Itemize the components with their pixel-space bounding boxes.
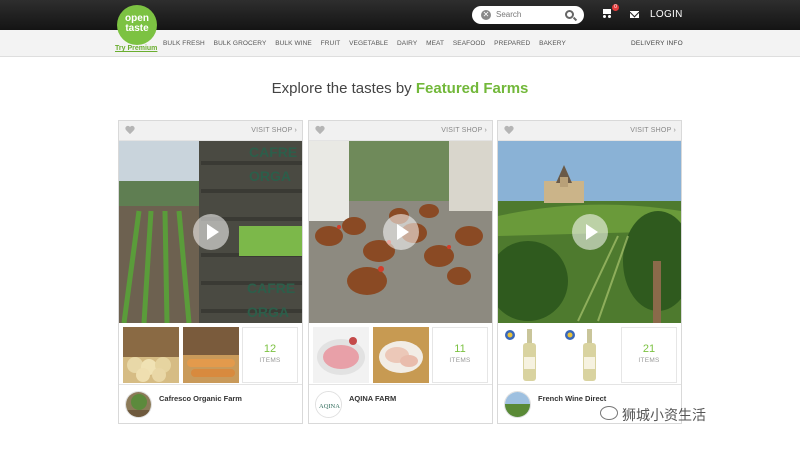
category-vegetable[interactable]: VEGETABLE: [349, 40, 388, 47]
search-box[interactable]: ✕ Search: [472, 6, 584, 24]
items-count-box[interactable]: 12 ITEMS: [242, 327, 298, 383]
visit-shop-link[interactable]: VISIT SHOP ›: [630, 127, 676, 134]
search-input[interactable]: Search: [496, 10, 521, 19]
product-thumb-white-wine-2[interactable]: [562, 327, 618, 383]
clear-search-icon[interactable]: ✕: [481, 10, 491, 20]
farm-video-thumbnail[interactable]: [498, 141, 681, 323]
title-highlight: Featured Farms: [415, 80, 529, 97]
onions-image: [123, 327, 179, 383]
category-dairy[interactable]: DAIRY: [397, 40, 417, 47]
wine-bottle-image: [502, 327, 558, 383]
category-bakery[interactable]: BAKERY: [539, 40, 566, 47]
title-prefix: Explore the tastes by: [271, 80, 416, 97]
crate-text-3: CAFRE: [247, 280, 295, 296]
farm-card-french-wine[interactable]: VISIT SHOP › 21 ITEMS French Wine Direct: [497, 120, 682, 424]
play-icon[interactable]: [572, 214, 608, 250]
farm-avatar: [504, 391, 531, 418]
cart-icon[interactable]: [602, 9, 612, 18]
category-bulk-wine[interactable]: BULK WINE: [275, 40, 312, 47]
farm-card-cafresco[interactable]: VISIT SHOP › CAFRE ORGA CAFRE ORGA 12 IT…: [118, 120, 303, 424]
farm-video-thumbnail[interactable]: [309, 141, 492, 323]
watermark-text: 狮城小资生活: [622, 407, 706, 423]
play-icon[interactable]: [383, 214, 419, 250]
product-thumbnails: 21 ITEMS: [498, 323, 681, 385]
wine-bottle-image: [562, 327, 618, 383]
farm-name[interactable]: Cafresco Organic Farm: [159, 394, 242, 403]
product-thumb-onions[interactable]: [123, 327, 179, 383]
wechat-icon: [600, 406, 618, 420]
farm-info[interactable]: Cafresco Organic Farm: [119, 385, 302, 423]
items-label: ITEMS: [638, 357, 660, 364]
chicken-cuts-image: [373, 327, 429, 383]
product-thumb-sweet-potato[interactable]: [183, 327, 239, 383]
favorite-heart-icon[interactable]: [125, 126, 135, 135]
farm-info[interactable]: AQINA AQINA FARM: [309, 385, 492, 423]
items-count-box[interactable]: 21 ITEMS: [621, 327, 677, 383]
visit-shop-link[interactable]: VISIT SHOP ›: [251, 127, 297, 134]
mail-icon[interactable]: [630, 11, 639, 18]
minced-chicken-image: [313, 327, 369, 383]
farm-avatar: AQINA: [315, 391, 342, 418]
page-title: Explore the tastes by Featured Farms: [0, 80, 800, 97]
visit-shop-link[interactable]: VISIT SHOP ›: [441, 127, 487, 134]
items-label: ITEMS: [259, 357, 281, 364]
product-thumb-minced-chicken[interactable]: [313, 327, 369, 383]
farm-avatar: [125, 391, 152, 418]
items-count: 11: [454, 343, 466, 355]
farm-name[interactable]: AQINA FARM: [349, 394, 396, 403]
product-thumb-chicken-cuts[interactable]: [373, 327, 429, 383]
login-link[interactable]: LOGIN: [650, 9, 683, 20]
try-premium-link[interactable]: Try Premium: [115, 45, 157, 52]
card-header: VISIT SHOP ›: [309, 121, 492, 141]
category-prepared[interactable]: PREPARED: [494, 40, 530, 47]
category-fruit[interactable]: FRUIT: [321, 40, 341, 47]
open-taste-logo[interactable]: open taste: [117, 5, 157, 45]
avatar-text: AQINA: [319, 403, 340, 410]
items-count-box[interactable]: 11 ITEMS: [432, 327, 488, 383]
farm-name[interactable]: French Wine Direct: [538, 394, 606, 403]
product-thumbnails: 12 ITEMS: [119, 323, 302, 385]
favorite-heart-icon[interactable]: [504, 126, 514, 135]
product-thumb-white-wine-1[interactable]: [502, 327, 558, 383]
search-icon[interactable]: [565, 10, 574, 19]
card-header: VISIT SHOP ›: [498, 121, 681, 141]
delivery-info-link[interactable]: DELIVERY INFO: [631, 40, 683, 47]
category-bulk-grocery[interactable]: BULK GROCERY: [214, 40, 267, 47]
card-header: VISIT SHOP ›: [119, 121, 302, 141]
crate-text-4: ORGA: [247, 304, 289, 320]
favorite-heart-icon[interactable]: [315, 126, 325, 135]
farm-video-thumbnail[interactable]: CAFRE ORGA CAFRE ORGA: [119, 141, 302, 323]
logo-line-2: taste: [125, 23, 149, 34]
farm-card-aqina[interactable]: VISIT SHOP › 11 ITEMS AQINA AQINA FARM: [308, 120, 493, 424]
items-label: ITEMS: [449, 357, 471, 364]
crate-text-1: CAFRE: [249, 144, 297, 160]
category-meat[interactable]: MEAT: [426, 40, 444, 47]
play-icon[interactable]: [193, 214, 229, 250]
category-bulk-fresh[interactable]: BULK FRESH: [163, 40, 205, 47]
items-count: 12: [263, 343, 277, 355]
product-thumbnails: 11 ITEMS: [309, 323, 492, 385]
cart-count-badge: 0: [612, 4, 619, 11]
category-nav: BULK FRESH BULK GROCERY BULK WINE FRUIT …: [163, 40, 573, 47]
items-count: 21: [642, 343, 656, 355]
category-seafood[interactable]: SEAFOOD: [453, 40, 485, 47]
sweet-potato-image: [183, 327, 239, 383]
crate-text-2: ORGA: [249, 168, 291, 184]
